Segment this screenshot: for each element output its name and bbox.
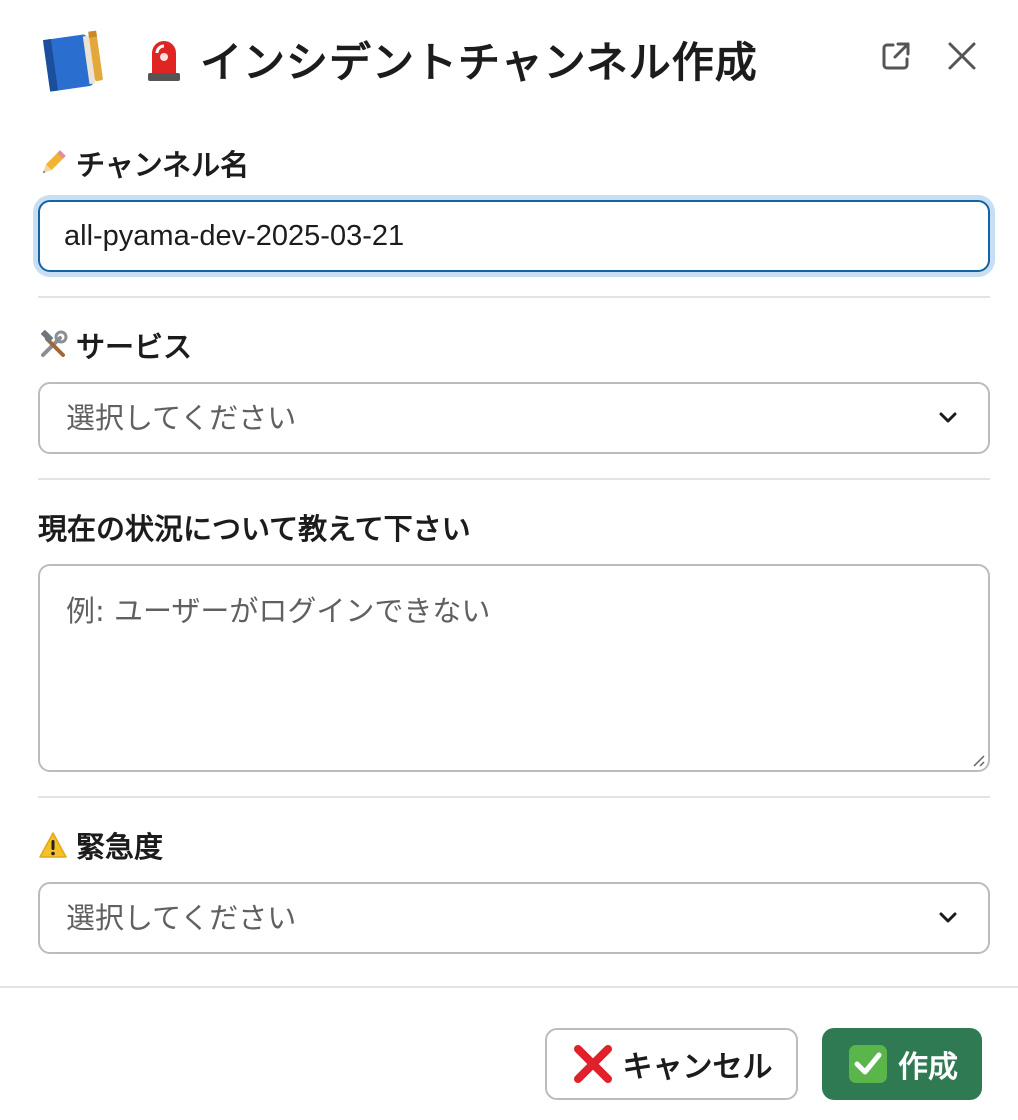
channel-name-input[interactable] [38, 200, 990, 272]
service-select[interactable]: 選択してください [38, 382, 990, 454]
create-button[interactable]: 作成 [822, 1028, 982, 1100]
divider [38, 296, 990, 298]
cross-mark-icon [573, 1045, 612, 1083]
divider [38, 796, 990, 798]
hammer-and-wrench-icon [41, 330, 68, 357]
cancel-button[interactable]: キャンセル [545, 1028, 798, 1100]
situation-textarea[interactable]: 例: ユーザーがログインできない [38, 564, 990, 772]
chevron-down-icon [939, 912, 957, 923]
modal-title-group: インシデントチャンネル作成 [142, 24, 758, 94]
modal-title: インシデントチャンネル作成 [200, 37, 758, 87]
pencil-icon [43, 150, 66, 173]
severity-label: 緊急度 [76, 830, 164, 864]
modal-header: インシデントチャンネル作成 [0, 0, 1018, 118]
popout-button[interactable] [876, 36, 916, 76]
channel-name-label: チャンネル名 [76, 148, 250, 182]
external-link-icon [882, 42, 910, 70]
service-label-row: サービス [38, 325, 192, 365]
situation-label-row: 現在の状況について教えて下さい [38, 507, 471, 547]
check-mark-button-icon [849, 1045, 887, 1083]
cancel-button-label: キャンセル [622, 1050, 773, 1085]
footer-divider [0, 986, 1018, 988]
severity-label-row: 緊急度 [38, 825, 163, 865]
close-button[interactable] [942, 36, 982, 76]
create-button-label: 作成 [898, 1050, 958, 1085]
chevron-down-icon [939, 412, 957, 423]
divider [38, 478, 990, 480]
rotating-light-icon [148, 41, 180, 81]
severity-select-placeholder: 選択してください [66, 901, 297, 935]
resize-handle-icon[interactable] [968, 750, 986, 768]
situation-placeholder: 例: ユーザーがログインできない [66, 594, 491, 628]
close-icon [948, 42, 976, 70]
severity-select[interactable]: 選択してください [38, 882, 990, 954]
blue-book-icon [42, 30, 103, 92]
situation-label: 現在の状況について教えて下さい [38, 512, 471, 546]
service-select-placeholder: 選択してください [66, 401, 297, 435]
service-label: サービス [76, 330, 193, 364]
channel-name-label-row: チャンネル名 [38, 143, 249, 183]
warning-icon [39, 832, 67, 858]
